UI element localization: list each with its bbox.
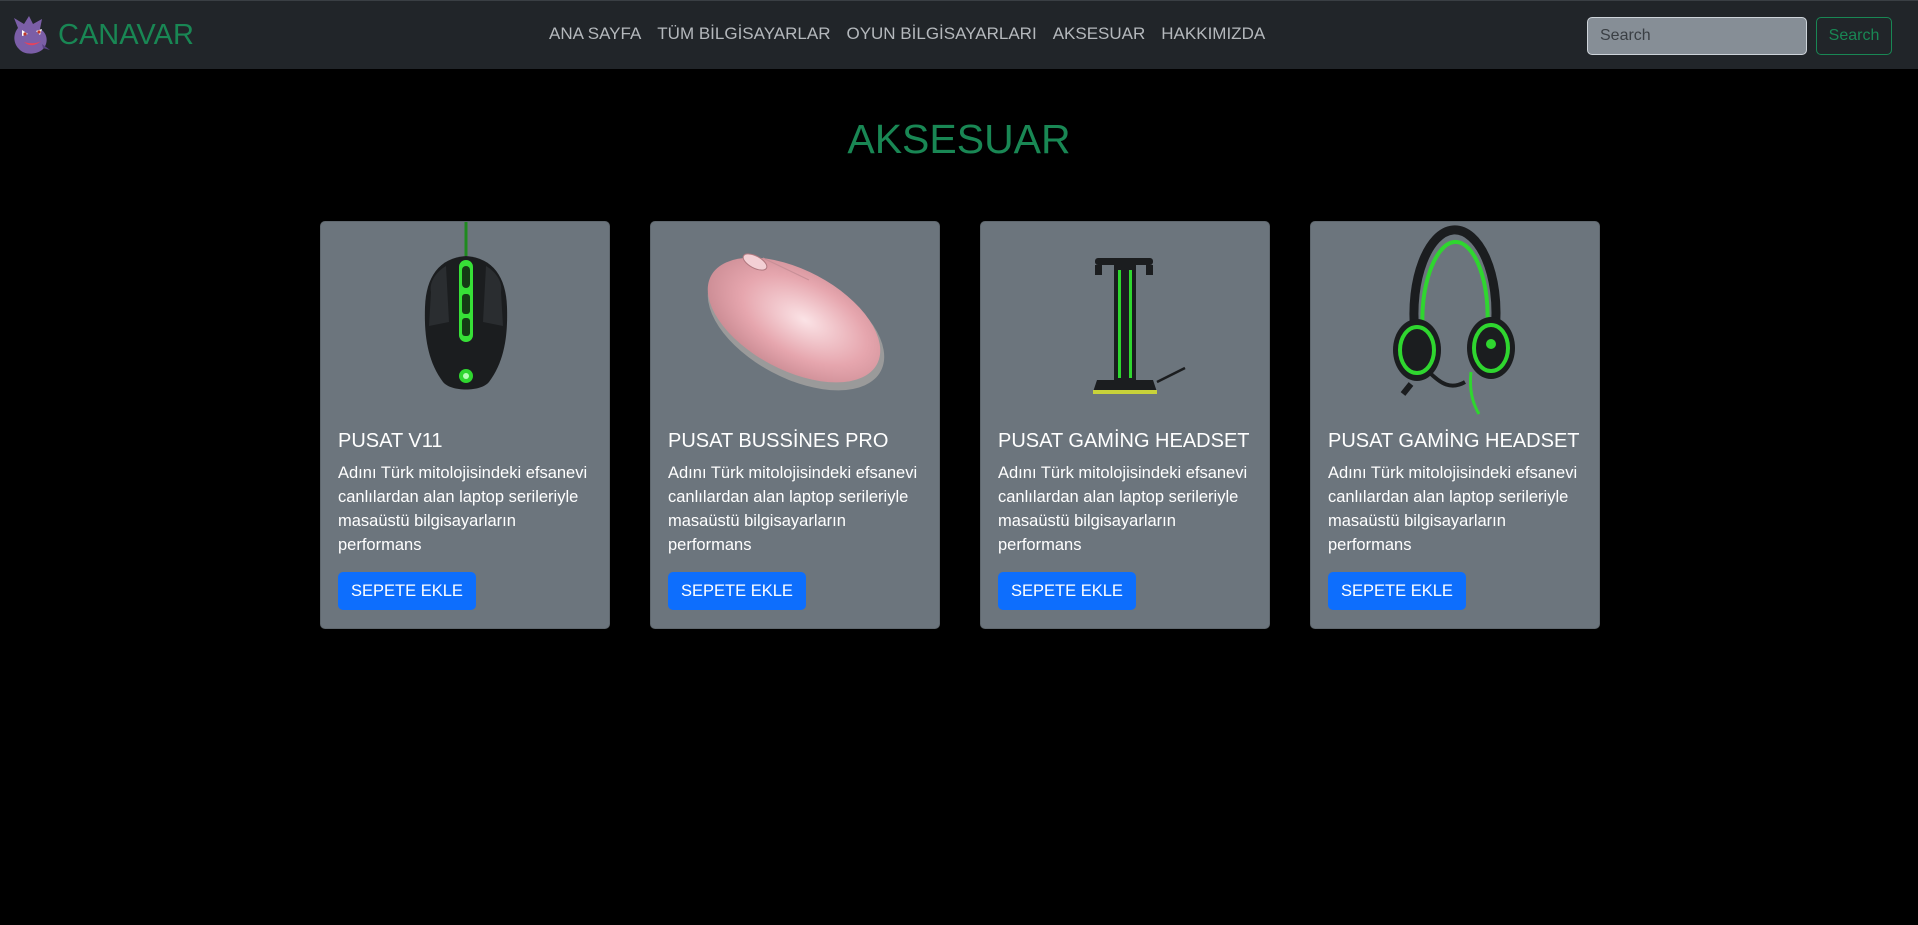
add-to-cart-button[interactable]: SEPETE EKLE (668, 572, 806, 610)
gaming-mouse-image (424, 222, 508, 390)
product-title: PUSAT V11 (338, 430, 443, 452)
add-to-cart-button[interactable]: SEPETE EKLE (998, 572, 1136, 610)
product-description: Adını Türk mitolojisindeki efsanevi canl… (998, 464, 1248, 554)
search-button[interactable]: Search (1816, 17, 1892, 55)
search-input[interactable] (1587, 17, 1807, 55)
product-description: Adını Türk mitolojisindeki efsanevi canl… (338, 464, 588, 554)
product-card: PUSAT V11 Adını Türk mitolojisindeki efs… (320, 221, 610, 629)
add-to-cart-button[interactable]: SEPETE EKLE (1328, 572, 1466, 610)
pink-mouse-image (707, 253, 885, 391)
product-description: Adını Türk mitolojisindeki efsanevi canl… (668, 464, 918, 554)
headset-image (1393, 225, 1515, 415)
product-title: PUSAT BUSSİNES PRO (668, 430, 889, 452)
monster-logo-icon (14, 16, 50, 54)
nav-link-tum-bilgisayarlar[interactable]: TÜM BİLGİSAYARLAR (657, 24, 830, 43)
product-description: Adını Türk mitolojisindeki efsanevi canl… (1328, 464, 1578, 554)
product-title: PUSAT GAMİNG HEADSET (1328, 430, 1580, 452)
product-card-body: PUSAT GAMİNG HEADSET Adını Türk mitoloji… (1328, 430, 1590, 610)
product-card-body: PUSAT GAMİNG HEADSET Adını Türk mitoloji… (998, 430, 1260, 610)
product-card: PUSAT GAMİNG HEADSET Adını Türk mitoloji… (980, 221, 1270, 629)
nav-link-ana-sayfa[interactable]: ANA SAYFA (549, 24, 641, 43)
top-navbar: CANAVAR ANA SAYFA TÜM BİLGİSAYARLAR OYUN… (0, 0, 1918, 69)
page-title: AKSESUAR (847, 116, 1071, 162)
nav-link-hakkimizda[interactable]: HAKKIMIZDA (1161, 24, 1265, 43)
add-to-cart-button[interactable]: SEPETE EKLE (338, 572, 476, 610)
brand-link[interactable]: CANAVAR (12, 13, 194, 57)
nav-link-oyun-bilgisayarlari[interactable]: OYUN BİLGİSAYARLARI (846, 24, 1036, 43)
brand-name: CANAVAR (58, 18, 194, 51)
product-card: PUSAT BUSSİNES PRO Adını Türk mitolojisi… (650, 221, 940, 629)
main-nav: ANA SAYFA TÜM BİLGİSAYARLAR OYUN BİLGİSA… (549, 24, 1281, 44)
product-card: PUSAT GAMİNG HEADSET Adını Türk mitoloji… (1310, 221, 1600, 629)
headset-stand-image (1093, 258, 1186, 394)
product-card-body: PUSAT BUSSİNES PRO Adını Türk mitolojisi… (668, 430, 930, 610)
product-title: PUSAT GAMİNG HEADSET (998, 430, 1250, 452)
product-card-body: PUSAT V11 Adını Türk mitolojisindeki efs… (338, 430, 600, 610)
nav-link-aksesuar[interactable]: AKSESUAR (1053, 24, 1146, 43)
